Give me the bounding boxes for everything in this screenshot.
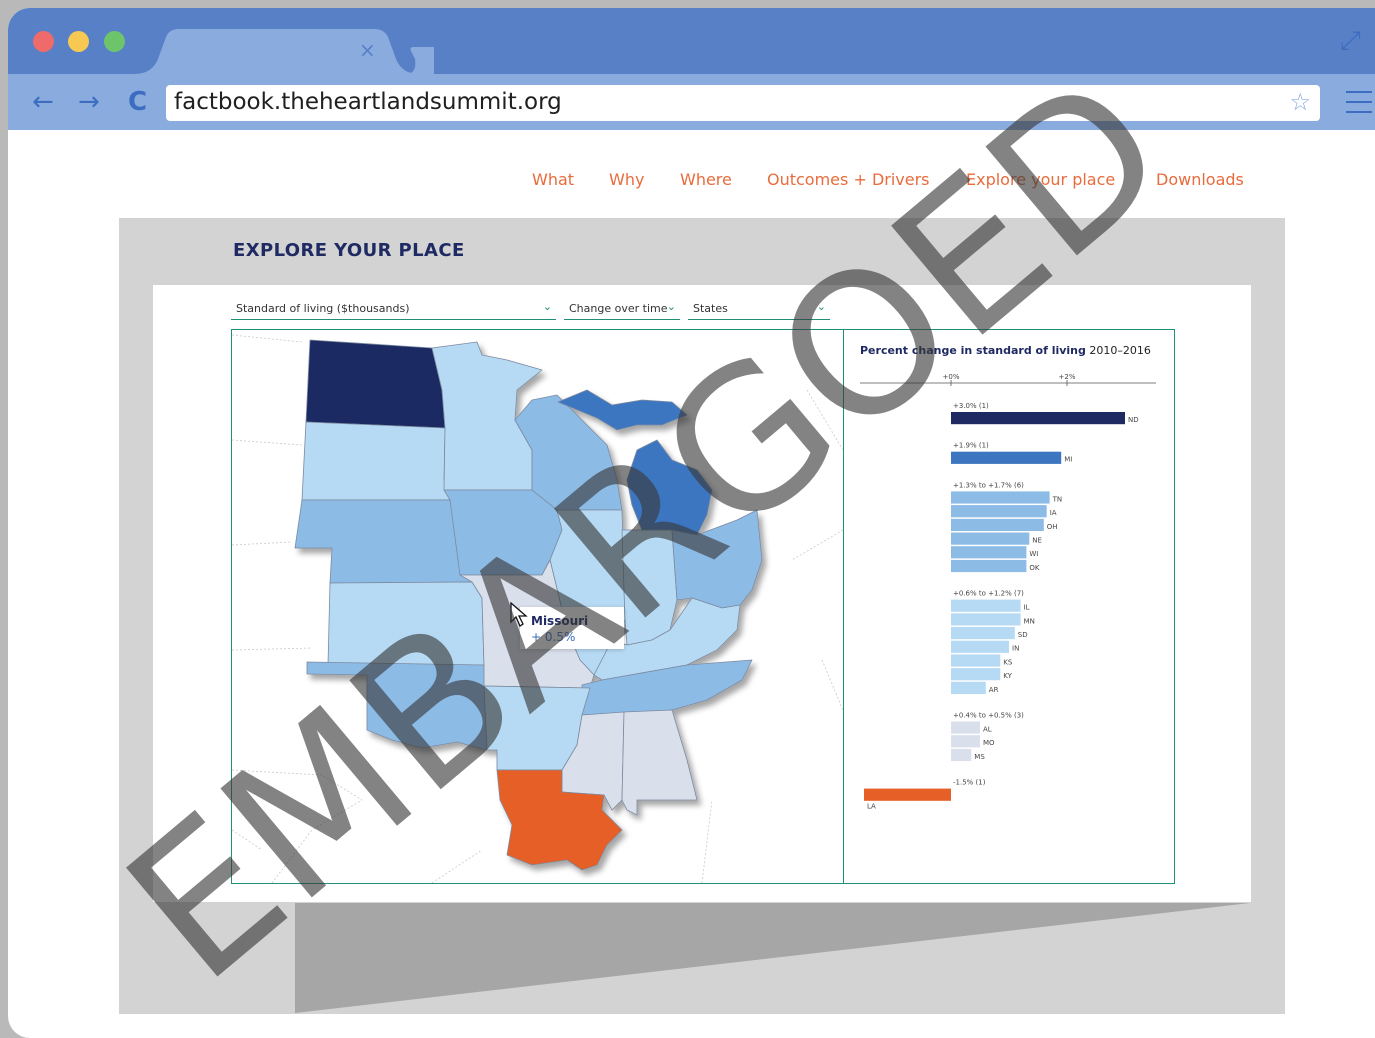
bar-group-label: +0.4% to +0.5% (3) — [953, 712, 1024, 720]
state-sd — [301, 421, 451, 501]
bar-ok[interactable] — [951, 559, 1027, 573]
bar-group-label: +0.6% to +1.2% (7) — [953, 590, 1024, 598]
bar-label: NE — [1032, 537, 1042, 545]
zoom-window-dot[interactable] — [104, 31, 125, 52]
nav-what[interactable]: What — [532, 170, 574, 189]
minimize-window-dot[interactable] — [68, 31, 89, 52]
bar-al[interactable] — [951, 721, 980, 734]
card-shadow — [295, 903, 1250, 1013]
state-in — [621, 529, 678, 646]
bar-ia[interactable] — [951, 505, 1047, 518]
browser-window: × ⤢ ← → C factbook.theheartlandsummit.or… — [8, 8, 1375, 1038]
explorer-card: Standard of living ($thousands) ⌄ Change… — [153, 285, 1251, 902]
bar-mi[interactable] — [951, 451, 1062, 464]
bar-nd[interactable] — [951, 412, 1125, 425]
bar-ks[interactable] — [951, 654, 1001, 667]
bar-tn[interactable] — [951, 491, 1050, 504]
axis-tick-label: +2% — [1059, 373, 1076, 381]
bar-label: MS — [974, 753, 985, 761]
address-field[interactable]: factbook.theheartlandsummit.org ☆ — [166, 85, 1320, 121]
bar-label: OK — [1029, 564, 1040, 572]
geography-dropdown[interactable]: States ⌄ — [688, 299, 830, 320]
bar-label: AL — [983, 726, 992, 734]
bar-label: IL — [1024, 604, 1030, 612]
mouse-pointer-icon — [510, 602, 528, 627]
tab-close-icon[interactable]: × — [359, 38, 376, 62]
bar-label: IA — [1050, 509, 1057, 517]
tooltip-state: Missouri — [531, 614, 589, 628]
bar-ky[interactable] — [951, 668, 1001, 681]
back-icon[interactable]: ← — [32, 88, 54, 116]
bar-mo[interactable] — [951, 735, 980, 748]
tab-bar: × ⤢ — [8, 8, 1375, 74]
bar-label: KS — [1003, 658, 1013, 666]
bar-label: MI — [1064, 456, 1072, 464]
state-mi — [626, 439, 713, 536]
bar-ne[interactable] — [951, 532, 1030, 545]
chevron-down-icon: ⌄ — [816, 300, 826, 313]
bar-ms[interactable] — [951, 748, 972, 762]
bar-label: MN — [1024, 617, 1035, 625]
chart-title: Percent change in standard of living 201… — [860, 344, 1151, 357]
bar-label: WI — [1029, 550, 1038, 558]
forward-icon[interactable]: → — [78, 88, 100, 116]
map-tooltip: Missouri + 0.5% — [520, 607, 624, 649]
mode-dropdown-value: Change over time — [569, 302, 668, 315]
bar-oh[interactable] — [951, 518, 1044, 531]
bar-group-label: +3.0% (1) — [953, 402, 989, 410]
close-window-dot[interactable] — [33, 31, 54, 52]
chevron-down-icon: ⌄ — [666, 300, 676, 313]
tooltip-value: + 0.5% — [531, 630, 576, 644]
bar-il[interactable] — [951, 599, 1021, 612]
chart-title-years: 2010–2016 — [1089, 344, 1151, 357]
geography-dropdown-value: States — [693, 302, 728, 315]
bar-ar[interactable] — [951, 681, 986, 694]
state-al — [621, 709, 698, 816]
bar-sd[interactable] — [951, 627, 1015, 640]
state-nd — [305, 339, 446, 429]
active-tab[interactable] — [134, 29, 434, 74]
nav-where[interactable]: Where — [680, 170, 732, 189]
bar-label: AR — [989, 686, 999, 694]
bar-label: LA — [867, 803, 876, 811]
bar-group-label: +1.3% to +1.7% (6) — [953, 481, 1024, 489]
bar-label: OH — [1047, 523, 1058, 531]
bar-label: MO — [983, 739, 995, 747]
browser-menu-icon[interactable] — [1346, 91, 1372, 121]
expand-icon[interactable]: ⤢ — [1340, 26, 1361, 57]
bar-label: IN — [1012, 645, 1019, 653]
state-ne — [294, 499, 473, 584]
nav-why[interactable]: Why — [609, 170, 644, 189]
site-nav: What Why Where Outcomes + Drivers Explor… — [8, 170, 1375, 194]
state-ia — [443, 489, 563, 576]
nav-downloads[interactable]: Downloads — [1156, 170, 1244, 189]
bookmark-star-icon[interactable]: ☆ — [1289, 88, 1311, 116]
state-ok — [306, 661, 488, 751]
bar-mn[interactable] — [951, 613, 1021, 626]
bar-la[interactable] — [864, 788, 951, 801]
chevron-down-icon: ⌄ — [542, 300, 552, 313]
url-text: factbook.theheartlandsummit.org — [174, 89, 562, 115]
chart-title-text: Percent change in standard of living — [860, 344, 1086, 357]
nav-explore-your-place[interactable]: Explore your place — [966, 170, 1115, 189]
nav-outcomes-drivers[interactable]: Outcomes + Drivers — [767, 170, 930, 189]
mode-dropdown[interactable]: Change over time ⌄ — [564, 299, 680, 320]
bar-group-label: +1.9% (1) — [953, 442, 989, 450]
bar-label: ND — [1128, 416, 1139, 424]
section-heading: EXPLORE YOUR PLACE — [233, 240, 465, 261]
bar-in[interactable] — [951, 640, 1009, 653]
bar-label: TN — [1052, 495, 1063, 503]
metric-dropdown-value: Standard of living ($thousands) — [236, 302, 410, 315]
state-ks — [327, 581, 485, 666]
reload-icon[interactable]: C — [128, 88, 147, 116]
bar-chart-svg: +0% +2% +3.0% (1) ND +1.9% (1) MI +1.3% to +1.… — [860, 373, 1156, 811]
bar-group-label: -1.5% (1) — [953, 779, 986, 787]
bar-label: SD — [1018, 631, 1028, 639]
metric-dropdown[interactable]: Standard of living ($thousands) ⌄ — [231, 299, 556, 320]
bar-label: KY — [1003, 672, 1012, 680]
bar-wi[interactable] — [951, 546, 1027, 559]
axis-tick-label: +0% — [943, 373, 960, 381]
bar-chart-panel: Percent change in standard of living 201… — [843, 329, 1175, 884]
